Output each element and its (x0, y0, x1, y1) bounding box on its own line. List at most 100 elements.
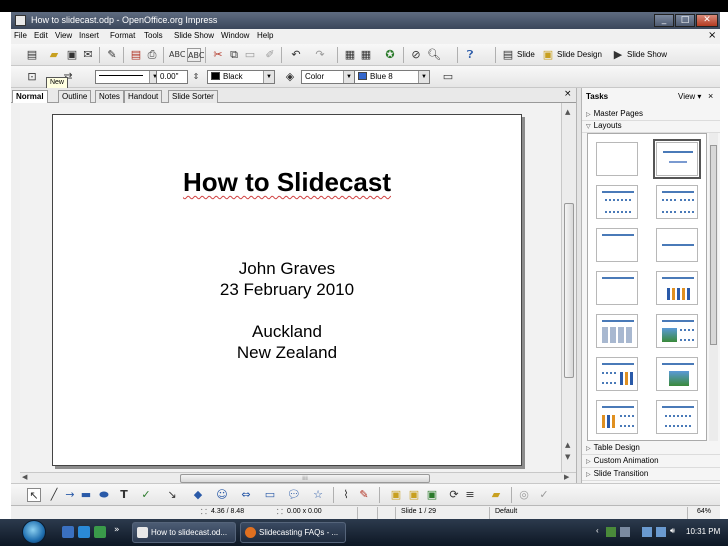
close-icon[interactable]: × (708, 91, 713, 101)
slide-show-button[interactable]: Slide Show (627, 50, 667, 59)
volume-icon[interactable]: 🔊︎ (670, 526, 675, 536)
copy-icon[interactable]: ⧉ (227, 48, 241, 62)
window-titlebar[interactable]: How to slidecast.odp - OpenOffice.org Im… (11, 12, 720, 29)
rotate-icon[interactable]: ⟳ (447, 488, 461, 502)
ie-icon[interactable] (78, 526, 90, 538)
arrow-line-icon[interactable]: → (63, 488, 77, 502)
clone-format-icon[interactable]: ✐ (263, 48, 277, 62)
show-desktop-icon[interactable] (62, 526, 74, 538)
extrusion-icon[interactable]: ◎ (517, 488, 531, 502)
symbol-shapes-icon[interactable]: ☺ (215, 488, 229, 502)
section-table-design[interactable]: ▷ Table Design (582, 443, 720, 455)
tray-expand-icon[interactable]: ‹ (596, 526, 599, 535)
close-document-icon[interactable]: × (708, 30, 716, 41)
paste-icon[interactable]: ▭ (243, 48, 257, 62)
taskbar-item-impress[interactable]: How to slidecast.od... (132, 522, 236, 543)
glue-points-icon[interactable]: ✎ (357, 488, 371, 502)
line-tool-icon[interactable]: ╱ (47, 488, 61, 502)
spellcheck-icon[interactable]: ABC (169, 48, 185, 62)
layout-title-object[interactable] (596, 271, 638, 305)
effects-icon[interactable]: ✓ (537, 488, 551, 502)
horizontal-scroll-thumb[interactable]: ⁞⁞⁞ (180, 474, 430, 483)
keyboard-icon[interactable] (620, 527, 630, 537)
stars-icon[interactable]: ☆ (311, 488, 325, 502)
rectangle-icon[interactable]: ▬ (79, 488, 93, 502)
page-up-icon[interactable]: ▲ (565, 441, 570, 449)
section-layouts[interactable]: ▽ Layouts (582, 121, 720, 133)
master-page-name[interactable]: Default (495, 508, 517, 515)
open-folder-icon[interactable]: ▰ (47, 48, 61, 62)
slide-design-button[interactable]: Slide Design (557, 50, 602, 59)
network-status-icon[interactable] (642, 527, 652, 537)
clock[interactable]: 10:31 PM (686, 527, 720, 536)
text-tool-icon[interactable]: T (117, 488, 131, 502)
line-style-select[interactable]: ▼ (95, 70, 161, 84)
layout-title-clipart-text[interactable] (656, 314, 698, 348)
spin-button-icon[interactable]: ⇕ (189, 70, 203, 84)
layout-title-text-chart[interactable] (596, 357, 638, 391)
layout-title-chart-text[interactable] (596, 400, 638, 434)
save-icon[interactable]: ▣ (65, 48, 79, 62)
layout-blank[interactable] (596, 142, 638, 176)
maximize-button[interactable]: □ (675, 14, 695, 27)
slide-city[interactable]: Auckland (53, 322, 521, 342)
quicklaunch-chevron[interactable]: » (114, 525, 120, 535)
layout-title-content[interactable] (596, 185, 638, 219)
layout-title-table[interactable] (596, 314, 638, 348)
tab-notes[interactable]: Notes (95, 90, 124, 103)
area-fill-icon[interactable]: ◈ (283, 70, 297, 84)
navigator-icon[interactable]: ✪ (383, 48, 397, 62)
area-style-select[interactable]: Color ▼ (301, 70, 355, 84)
shadow-icon[interactable]: ▭ (441, 70, 455, 84)
tab-normal[interactable]: Normal (12, 90, 48, 104)
line-color-select[interactable]: Black ▼ (207, 70, 275, 84)
vertical-scrollbar[interactable]: ▲ ▲ ▼ (561, 103, 576, 472)
redo-icon[interactable]: ↷ (313, 48, 327, 62)
section-custom-animation[interactable]: ▷ Custom Animation (582, 456, 720, 468)
edit-file-icon[interactable]: ✎ (105, 48, 119, 62)
export-pdf-icon[interactable]: ▤ (129, 48, 143, 62)
zoom-level[interactable]: 64% (697, 508, 711, 515)
monitor-icon[interactable] (656, 527, 666, 537)
slide-button[interactable]: Slide (517, 50, 535, 59)
layouts-scroll-thumb[interactable] (710, 145, 717, 345)
new-document-icon[interactable]: ▤ (25, 48, 39, 62)
close-pane-icon[interactable]: × (564, 89, 572, 99)
scroll-up-icon[interactable]: ▲ (565, 108, 570, 116)
block-arrows-icon[interactable]: ⇔ (239, 488, 253, 502)
autospellcheck-icon[interactable]: ABC (187, 48, 204, 62)
curve-tool-icon[interactable]: ✓ (139, 488, 153, 502)
tab-slide-sorter[interactable]: Slide Sorter (168, 90, 218, 103)
menu-file[interactable]: File (14, 31, 27, 40)
callouts-icon[interactable]: 💬︎ (287, 488, 301, 502)
vertical-scroll-thumb[interactable] (564, 203, 574, 378)
fontwork-icon[interactable]: ▣ (389, 488, 403, 502)
slide-country[interactable]: New Zealand (53, 343, 521, 363)
menu-view[interactable]: View (55, 31, 72, 40)
horizontal-scrollbar[interactable]: ◀ ⁞⁞⁞ ▶ (20, 472, 576, 483)
menu-format[interactable]: Format (110, 31, 135, 40)
help-icon[interactable]: ❓︎ (463, 48, 477, 62)
slide-author[interactable]: John Graves (53, 259, 521, 279)
gallery-icon[interactable]: ▣ (425, 488, 439, 502)
line-width-field[interactable]: 0.00" (156, 70, 188, 84)
media-player-icon[interactable] (94, 526, 106, 538)
menu-window[interactable]: Window (221, 31, 249, 40)
layout-title-chart[interactable] (656, 271, 698, 305)
section-slide-transition[interactable]: ▷ Slide Transition (582, 469, 720, 481)
slide-show-icon[interactable]: ▶ (611, 48, 625, 62)
scroll-left-icon[interactable]: ◀ (22, 473, 27, 481)
layout-title-text-clipart[interactable] (656, 357, 698, 391)
menu-insert[interactable]: Insert (79, 31, 99, 40)
table-icon[interactable]: ▦ (359, 48, 373, 62)
layout-title-only[interactable] (596, 228, 638, 262)
tab-handout[interactable]: Handout (124, 90, 163, 103)
flowchart-icon[interactable]: ▭ (263, 488, 277, 502)
slide-canvas[interactable]: How to Slidecast John Graves 23 February… (52, 114, 522, 466)
layouts-scrollbar[interactable] (709, 133, 718, 441)
layout-title-2content[interactable] (656, 185, 698, 219)
new-slide-icon[interactable]: ▤ (501, 48, 515, 62)
view-menu-button[interactable]: View ▾ (678, 92, 701, 101)
slide-design-icon[interactable]: ▣ (541, 48, 555, 62)
select-arrow-icon[interactable]: ↖ (27, 488, 41, 502)
